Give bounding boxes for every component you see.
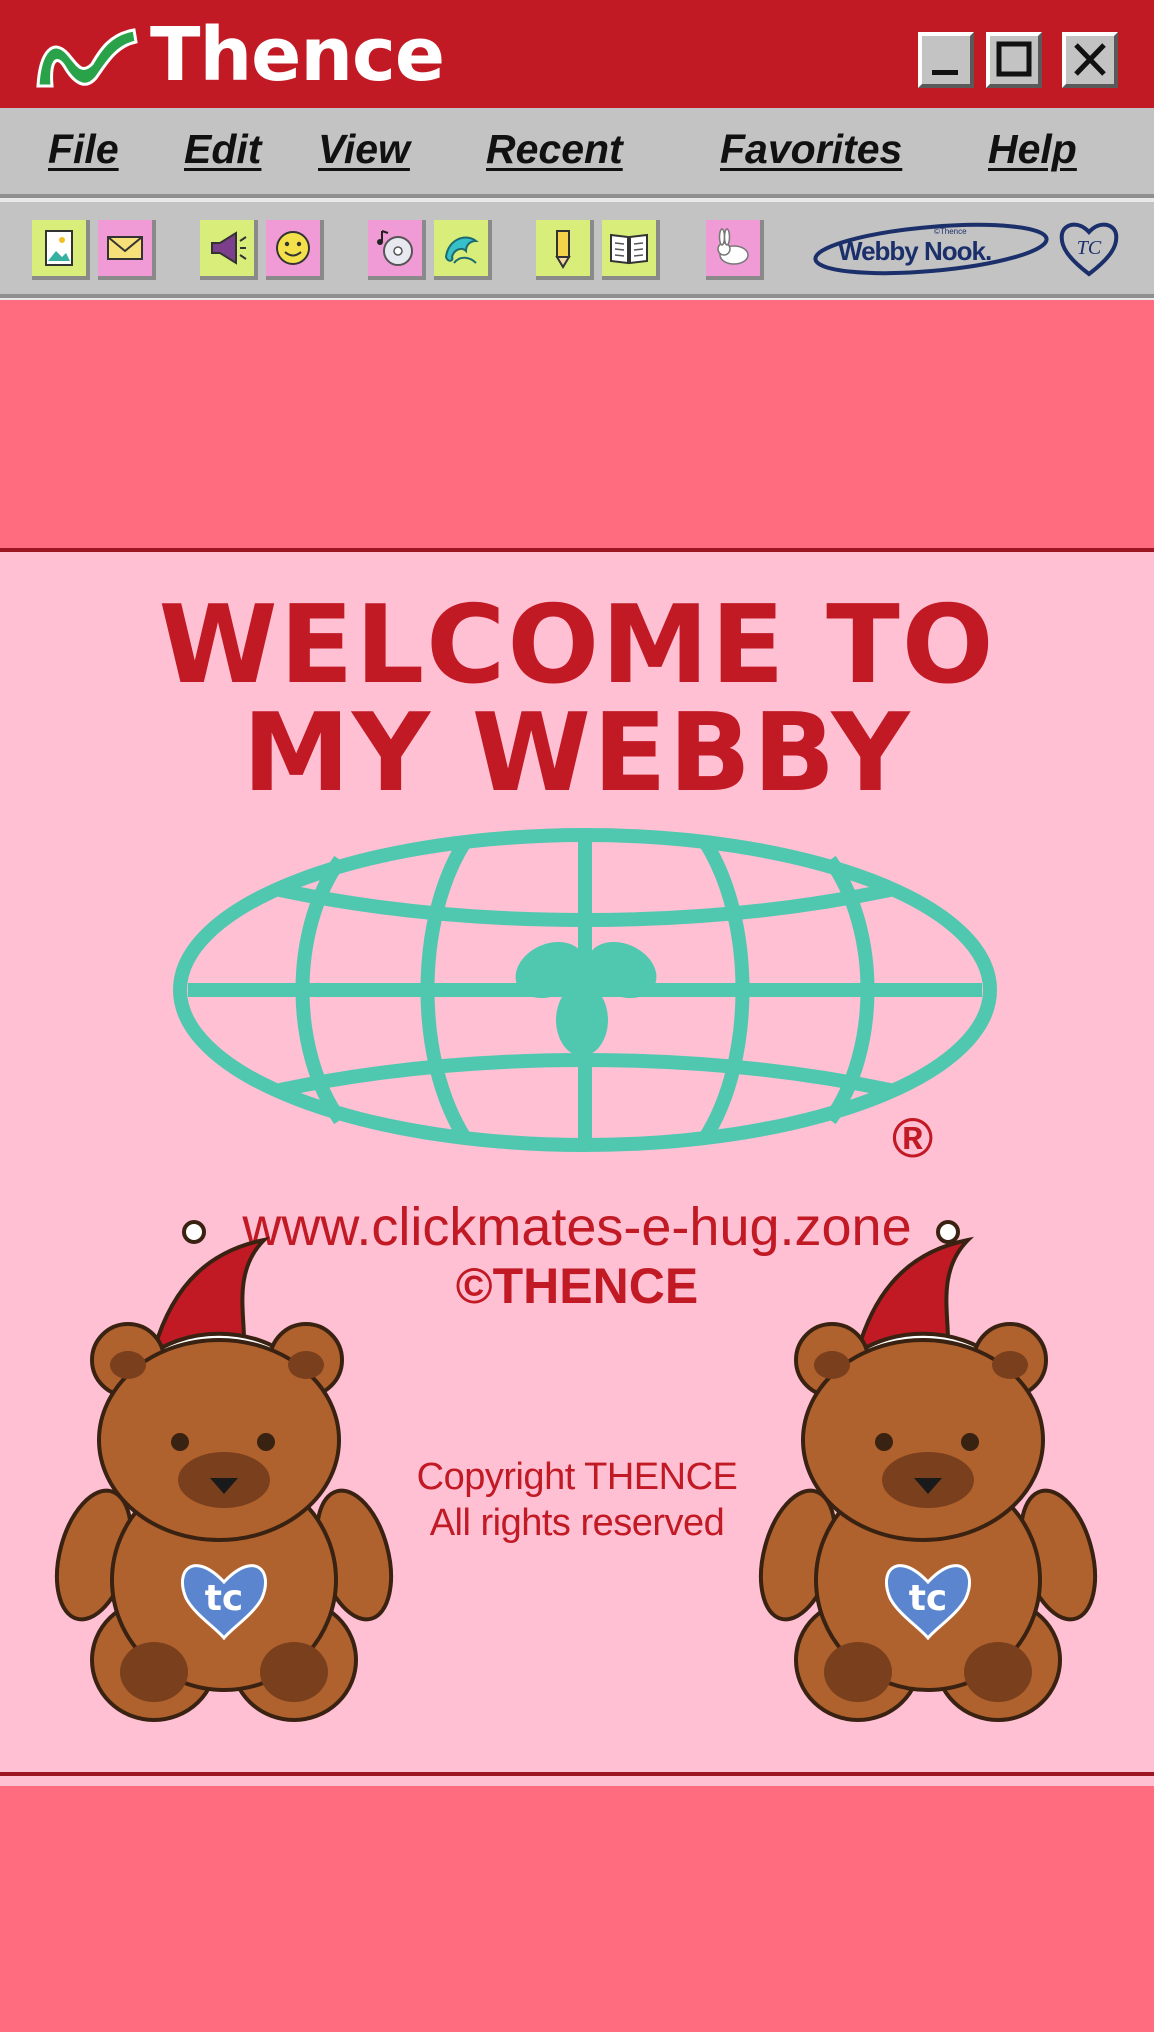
mail-button[interactable] xyxy=(98,220,156,280)
header-band xyxy=(0,300,1154,548)
menu-view[interactable]: View xyxy=(318,124,410,174)
rabbit-button[interactable] xyxy=(706,220,764,280)
menu-file[interactable]: File xyxy=(48,124,119,174)
menu-favorites[interactable]: Favorites xyxy=(720,124,902,174)
menu-edit[interactable]: Edit xyxy=(184,124,261,174)
welcome-heading-line1: WELCOME TO xyxy=(158,583,996,708)
envelope-icon xyxy=(107,236,143,260)
close-button[interactable] xyxy=(1062,32,1118,88)
smiley-icon xyxy=(276,231,310,265)
picture-icon xyxy=(45,230,73,266)
thence-wave-logo-icon xyxy=(36,28,138,88)
minimize-icon xyxy=(932,70,958,75)
menu-bar: File Edit View Recent Favorites Help xyxy=(0,108,1154,198)
header-band-border xyxy=(0,548,1154,552)
picture-button[interactable] xyxy=(32,220,90,280)
maximize-icon xyxy=(996,41,1032,77)
bear-badge-text: tc xyxy=(909,1578,948,1619)
pencil-icon xyxy=(555,230,571,269)
webby-nook-logo: ©Thence Webby Nook. xyxy=(813,222,1049,276)
app-title: Thence xyxy=(150,12,445,98)
music-cd-icon xyxy=(377,230,413,266)
write-button[interactable] xyxy=(536,220,594,280)
webby-brand-small: ©Thence xyxy=(934,227,967,236)
tc-heart-badge: TC xyxy=(1059,222,1119,277)
clickmates-globe-logo xyxy=(173,828,997,1152)
announce-button[interactable] xyxy=(200,220,258,280)
title-bar: Thence xyxy=(0,0,1154,108)
close-icon xyxy=(1074,43,1106,76)
bear-badge-text: tc xyxy=(205,1578,244,1619)
dolphin-icon xyxy=(444,236,479,264)
teddy-bear-santa-hat-right: tc xyxy=(758,1220,1098,1722)
welcome-heading-line2: MY WEBBY xyxy=(242,691,912,816)
tc-badge-text: TC xyxy=(1077,237,1102,259)
webby-brand-name: Webby Nook. xyxy=(838,236,991,266)
maximize-button[interactable] xyxy=(986,32,1042,88)
menu-recent[interactable]: Recent xyxy=(486,124,623,174)
music-button[interactable] xyxy=(368,220,426,280)
megaphone-icon xyxy=(211,231,247,265)
registered-mark: ® xyxy=(892,1106,934,1169)
rabbit-icon xyxy=(717,228,749,265)
dolphin-button[interactable] xyxy=(434,220,492,280)
minimize-button[interactable] xyxy=(918,32,974,88)
footer-band xyxy=(0,1786,1154,2032)
teddy-bear-santa-hat-left: tc xyxy=(54,1220,394,1722)
menu-help[interactable]: Help xyxy=(988,124,1077,174)
guestbook-button[interactable] xyxy=(602,220,660,280)
emoji-button[interactable] xyxy=(266,220,324,280)
open-book-icon xyxy=(610,233,648,265)
footer-gap xyxy=(0,1776,1154,1786)
